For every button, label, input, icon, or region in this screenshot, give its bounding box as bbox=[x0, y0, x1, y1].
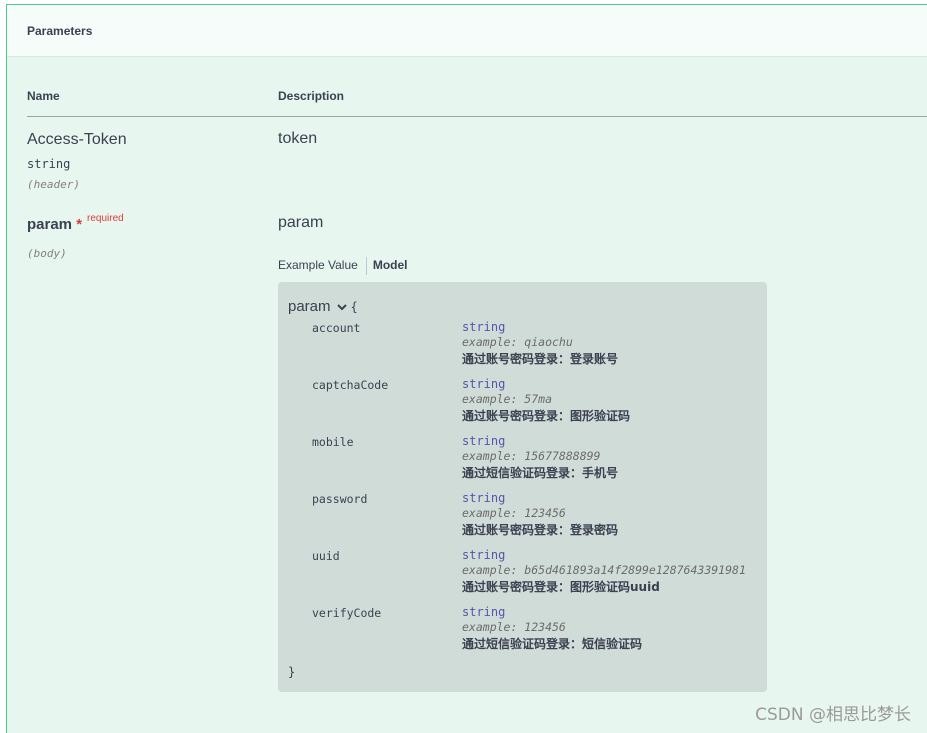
model-prop-account: account bbox=[312, 321, 361, 335]
chevron-down-icon[interactable] bbox=[336, 302, 347, 314]
param-desc-param: param bbox=[278, 214, 324, 231]
model-prop-type: string bbox=[462, 377, 506, 391]
model-prop-desc: 通过账号密码登录：图形验证码uuid bbox=[462, 580, 660, 594]
watermark: CSDN @相思比梦长 bbox=[755, 705, 911, 725]
column-name-header: Name bbox=[27, 89, 60, 103]
model-prop-captchacode: captchaCode bbox=[312, 378, 389, 392]
parameters-title: Parameters bbox=[27, 24, 93, 38]
model-prop-verifycode: verifyCode bbox=[312, 606, 382, 620]
model-box: param { account string example: qiaochu … bbox=[278, 282, 767, 692]
example-model-tabs: Example Value Model bbox=[278, 257, 408, 275]
param-name-access-token: Access-Token bbox=[27, 131, 127, 148]
tab-model[interactable]: Model bbox=[373, 258, 408, 272]
model-prop-uuid: uuid bbox=[312, 549, 340, 563]
param-in-param: (body) bbox=[27, 247, 67, 260]
model-prop-example: example: b65d461893a14f2899e128764339198… bbox=[462, 563, 746, 577]
model-prop-example: example: 123456 bbox=[462, 506, 566, 520]
param-desc-access-token: token bbox=[278, 130, 318, 147]
model-prop-example: example: 57ma bbox=[462, 392, 553, 406]
model-prop-desc: 通过账号密码登录：图形验证码 bbox=[462, 409, 631, 423]
required-label: required bbox=[87, 213, 124, 224]
model-prop-type: string bbox=[462, 320, 506, 334]
param-type-access-token: string bbox=[27, 157, 71, 171]
model-close-brace: } bbox=[288, 665, 296, 679]
tab-example-value[interactable]: Example Value bbox=[278, 258, 358, 272]
parameters-header: Parameters bbox=[7, 5, 927, 57]
header-divider bbox=[27, 116, 927, 117]
column-description-header: Description bbox=[278, 89, 345, 103]
model-title-text: param bbox=[288, 298, 331, 315]
model-prop-desc: 通过短信验证码登录：手机号 bbox=[462, 466, 619, 480]
model-prop-example: example: 15677888899 bbox=[462, 449, 601, 463]
model-prop-password: password bbox=[312, 492, 368, 506]
tab-separator bbox=[365, 257, 367, 275]
required-star: * bbox=[76, 216, 83, 233]
parameters-panel: Parameters Name Description Access-Token… bbox=[6, 4, 927, 733]
model-prop-desc: 通过账号密码登录：登录密码 bbox=[462, 523, 619, 537]
model-open-brace: { bbox=[350, 300, 358, 314]
model-title: param { bbox=[288, 298, 358, 315]
model-prop-type: string bbox=[462, 491, 506, 505]
model-prop-type: string bbox=[462, 434, 506, 448]
model-prop-example: example: 123456 bbox=[462, 620, 566, 634]
model-prop-desc: 通过账号密码登录：登录账号 bbox=[462, 352, 619, 366]
model-prop-mobile: mobile bbox=[312, 435, 354, 449]
model-prop-desc: 通过短信验证码登录：短信验证码 bbox=[462, 637, 643, 651]
param-name-text: param bbox=[27, 216, 73, 233]
model-prop-type: string bbox=[462, 548, 506, 562]
model-prop-example: example: qiaochu bbox=[462, 335, 573, 349]
model-prop-type: string bbox=[462, 605, 506, 619]
param-in-access-token: (header) bbox=[27, 178, 80, 191]
param-name-param: param * bbox=[27, 216, 82, 233]
